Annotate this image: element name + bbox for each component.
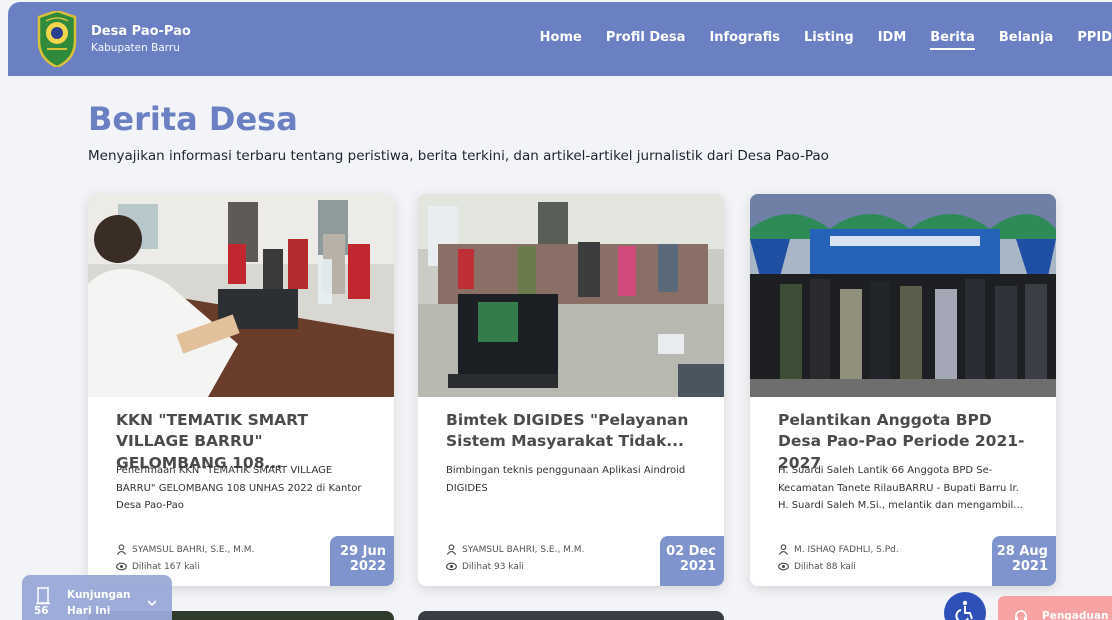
- news-views: Dilihat 93 kali: [446, 561, 524, 572]
- nav-berita[interactable]: Berita: [930, 30, 975, 50]
- news-excerpt: Penerimaan KKN "TEMATIK SMART VILLAGE BA…: [116, 465, 362, 511]
- accessibility-button[interactable]: [944, 592, 986, 620]
- complaint-button[interactable]: Pengaduan: [998, 596, 1112, 620]
- news-title[interactable]: Bimtek DIGIDES "Pelayanan Sistem Masyara…: [446, 410, 700, 453]
- visitor-widget[interactable]: 56 Kunjungan Hari Ini: [22, 575, 172, 620]
- news-card-partial[interactable]: [418, 611, 724, 620]
- chevron-down-icon[interactable]: [146, 597, 158, 609]
- date-badge: 28 Aug 2021: [992, 536, 1056, 586]
- view-count: Dilihat 93 kali: [462, 561, 524, 572]
- visitor-label-line1: Kunjungan: [67, 589, 131, 601]
- user-icon: [116, 544, 127, 555]
- brand[interactable]: Desa Pao-Pao Kabupaten Barru: [91, 23, 191, 55]
- news-author: SYAMSUL BAHRI, S.E., M.M.: [116, 544, 254, 555]
- author-name: SYAMSUL BAHRI, S.E., M.M.: [132, 544, 255, 555]
- user-icon: [446, 544, 457, 555]
- view-count: Dilihat 167 kali: [132, 561, 200, 572]
- news-card[interactable]: Pelantikan Anggota BPD Desa Pao-Pao Peri…: [750, 194, 1056, 586]
- eye-icon: [778, 562, 789, 571]
- visitor-label: Kunjungan Hari Ini: [67, 588, 131, 620]
- date-year: 2021: [679, 558, 716, 574]
- nav-listing[interactable]: Listing: [804, 30, 854, 45]
- date-day: 02 Dec: [666, 544, 716, 559]
- news-photo[interactable]: [418, 194, 724, 397]
- news-card[interactable]: KKN "TEMATIK SMART VILLAGE BARRU" GELOMB…: [88, 194, 394, 586]
- nav-ppid[interactable]: PPID: [1077, 30, 1112, 45]
- headset-icon: [1015, 610, 1027, 620]
- village-logo[interactable]: [36, 11, 78, 67]
- news-photo[interactable]: [88, 194, 394, 397]
- date-day: 29 Jun: [340, 544, 386, 559]
- news-author: SYAMSUL BAHRI, S.E., M.M.: [446, 544, 584, 555]
- user-icon: [778, 544, 789, 555]
- nav-belanja[interactable]: Belanja: [999, 30, 1053, 45]
- page-title: Berita Desa: [88, 100, 298, 138]
- news-views: Dilihat 167 kali: [116, 561, 200, 572]
- news-views: Dilihat 88 kali: [778, 561, 856, 572]
- brand-subtitle: Kabupaten Barru: [91, 41, 180, 54]
- news-photo[interactable]: [750, 194, 1056, 397]
- main-nav: Home Profil Desa Infografis Listing IDM …: [516, 30, 1112, 50]
- nav-home[interactable]: Home: [540, 30, 582, 45]
- nav-idm[interactable]: IDM: [878, 30, 907, 45]
- eye-icon: [446, 562, 457, 571]
- news-excerpt: Bimbingan teknis penggunaan Aplikasi Ain…: [446, 465, 686, 494]
- door-icon: [36, 587, 50, 605]
- complaint-label: Pengaduan: [1042, 610, 1109, 620]
- top-navbar: Desa Pao-Pao Kabupaten Barru Home Profil…: [8, 2, 1112, 76]
- date-year: 2022: [349, 558, 386, 574]
- visitor-label-line2: Hari Ini: [67, 604, 111, 617]
- brand-name: Desa Pao-Pao: [91, 24, 191, 40]
- date-year: 2021: [1011, 558, 1048, 574]
- date-day: 28 Aug: [996, 544, 1048, 559]
- news-excerpt: H. Suardi Saleh Lantik 66 Anggota BPD Se…: [778, 465, 1023, 511]
- date-badge: 02 Dec 2021: [660, 536, 724, 586]
- date-badge: 29 Jun 2022: [330, 536, 394, 586]
- eye-icon: [116, 562, 127, 571]
- nav-profil-desa[interactable]: Profil Desa: [606, 30, 686, 45]
- nav-infografis[interactable]: Infografis: [709, 30, 780, 45]
- wheelchair-icon: [955, 600, 973, 620]
- news-author: M. ISHAQ FADHLI, S.Pd.: [778, 544, 899, 555]
- author-name: M. ISHAQ FADHLI, S.Pd.: [794, 544, 899, 555]
- author-name: SYAMSUL BAHRI, S.E., M.M.: [462, 544, 585, 555]
- page-subtitle: Menyajikan informasi terbaru tentang per…: [88, 148, 829, 164]
- news-card[interactable]: Bimtek DIGIDES "Pelayanan Sistem Masyara…: [418, 194, 724, 586]
- view-count: Dilihat 88 kali: [794, 561, 856, 572]
- visitor-count: 56: [34, 605, 49, 617]
